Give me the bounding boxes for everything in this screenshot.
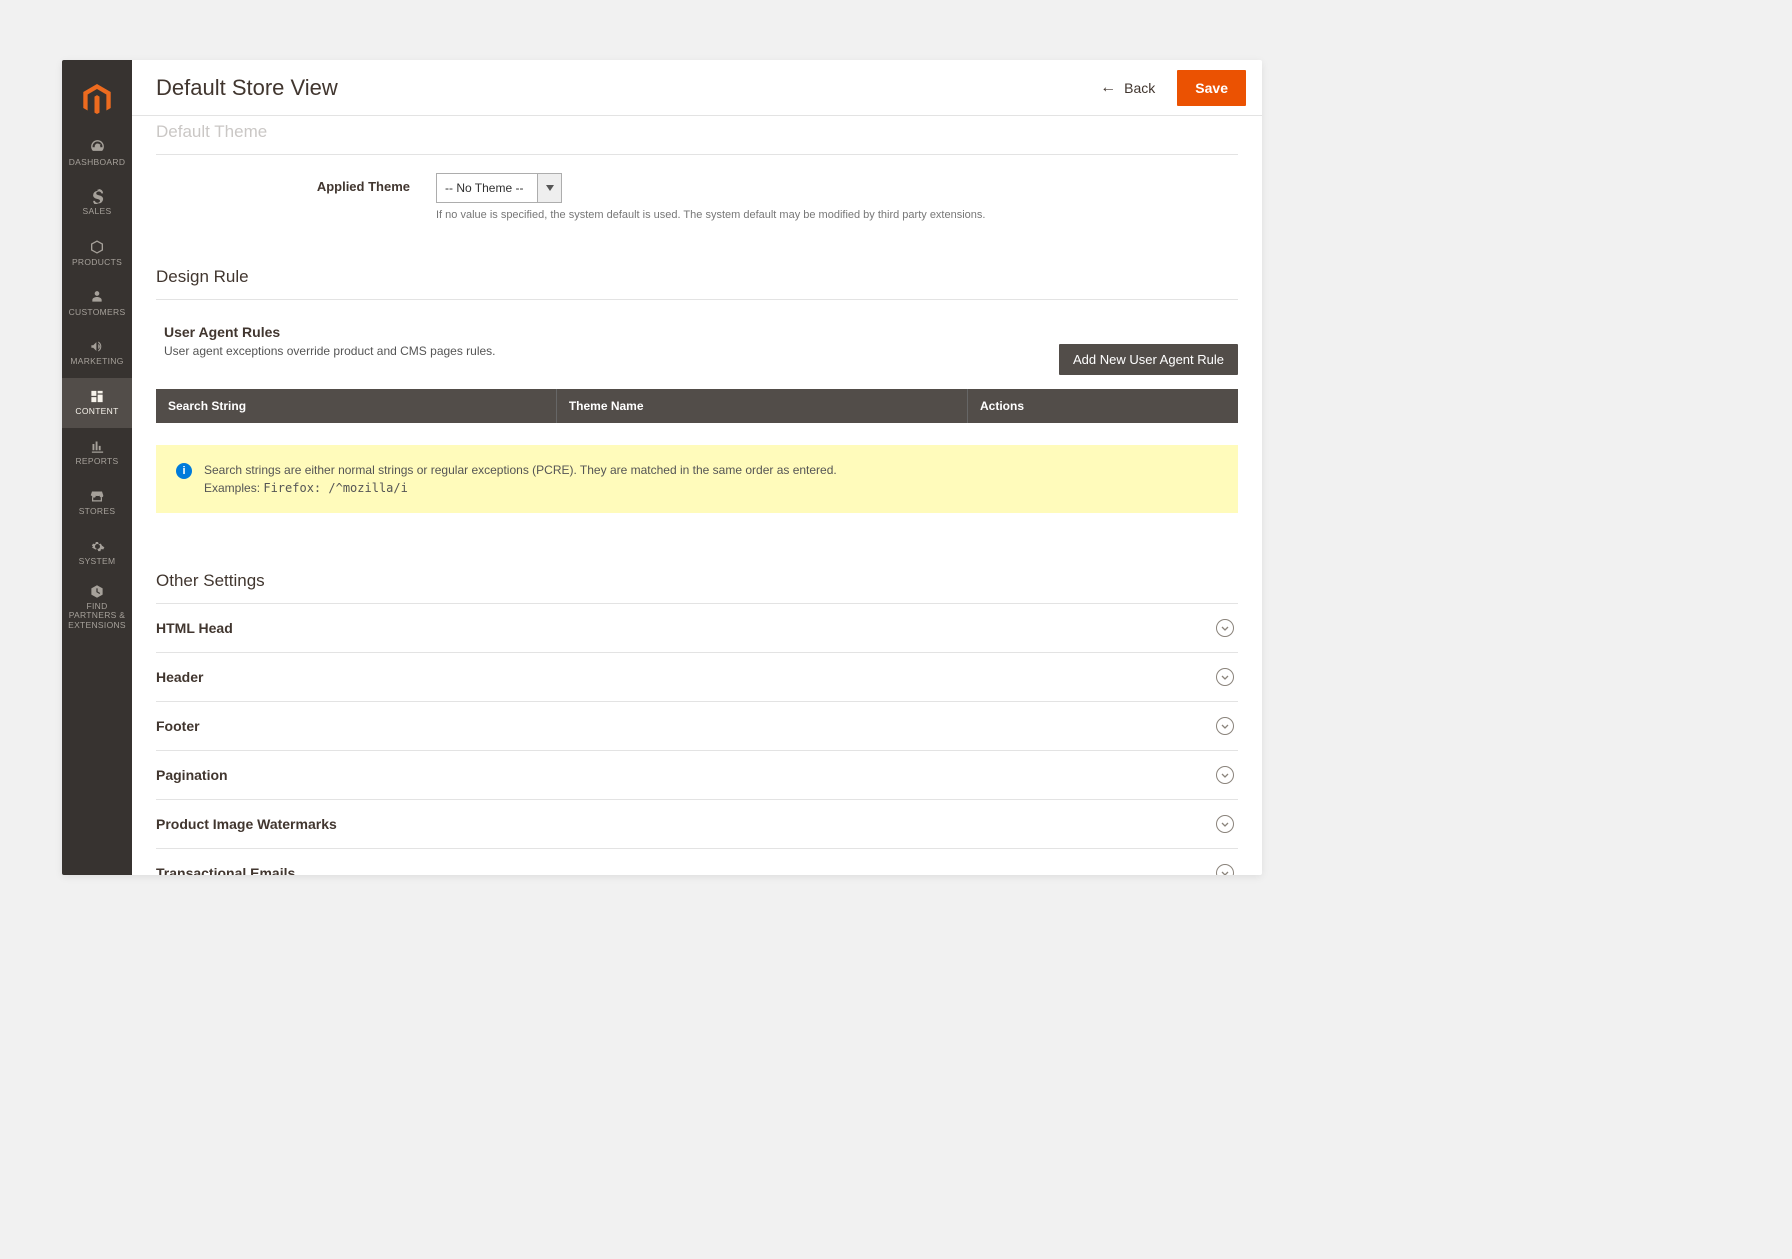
accordion-label: Pagination: [156, 767, 228, 783]
sidebar-item-content[interactable]: CONTENT: [62, 378, 132, 428]
chevron-down-icon: [1216, 619, 1234, 637]
sidebar-item-dashboard[interactable]: DASHBOARD: [62, 128, 132, 178]
sidebar-item-stores[interactable]: STORES: [62, 478, 132, 528]
sidebar-item-label: PRODUCTS: [72, 258, 122, 267]
admin-sidebar: DASHBOARD SALES PRODUCTS CUSTOMERS MARKE…: [62, 60, 132, 875]
page-title: Default Store View: [156, 75, 338, 101]
info-note-text: Search strings are either normal strings…: [204, 461, 837, 497]
accordion-label: Transactional Emails: [156, 865, 295, 875]
sidebar-item-label: FIND PARTNERS & EXTENSIONS: [65, 602, 129, 630]
applied-theme-hint: If no value is specified, the system def…: [436, 209, 1238, 221]
arrow-left-icon: ←: [1100, 79, 1116, 97]
sidebar-item-products[interactable]: PRODUCTS: [62, 228, 132, 278]
user-agent-rules-desc: User agent exceptions override product a…: [164, 344, 1059, 358]
magento-logo: [62, 72, 132, 128]
section-design-rule-title: Design Rule: [156, 249, 1238, 299]
sidebar-item-marketing[interactable]: MARKETING: [62, 328, 132, 378]
content-scroll[interactable]: Default Theme Applied Theme -- No Theme …: [132, 116, 1262, 875]
accordion-footer[interactable]: Footer: [156, 702, 1238, 751]
sidebar-item-label: SYSTEM: [79, 557, 116, 566]
sidebar-item-system[interactable]: SYSTEM: [62, 528, 132, 578]
accordion-transactional-emails[interactable]: Transactional Emails: [156, 849, 1238, 875]
divider: [156, 154, 1238, 155]
divider: [156, 299, 1238, 300]
applied-theme-field: Applied Theme -- No Theme -- If no value…: [156, 173, 1238, 221]
sidebar-item-partners[interactable]: FIND PARTNERS & EXTENSIONS: [62, 578, 132, 636]
chevron-down-icon: [537, 174, 561, 202]
chevron-down-icon: [1216, 668, 1234, 686]
section-other-settings-title: Other Settings: [156, 553, 1238, 603]
add-user-agent-rule-button[interactable]: Add New User Agent Rule: [1059, 344, 1238, 375]
sidebar-item-customers[interactable]: CUSTOMERS: [62, 278, 132, 328]
sidebar-item-label: MARKETING: [70, 357, 123, 366]
col-actions: Actions: [967, 389, 1238, 423]
sidebar-item-label: CONTENT: [75, 407, 118, 416]
chevron-down-icon: [1216, 717, 1234, 735]
sidebar-item-label: CUSTOMERS: [69, 308, 126, 317]
chevron-down-icon: [1216, 864, 1234, 875]
applied-theme-select[interactable]: -- No Theme --: [436, 173, 562, 203]
sidebar-item-label: STORES: [79, 507, 116, 516]
sidebar-item-label: DASHBOARD: [69, 158, 126, 167]
chevron-down-icon: [1216, 815, 1234, 833]
accordion-label: HTML Head: [156, 620, 233, 636]
save-button[interactable]: Save: [1177, 70, 1246, 106]
back-button[interactable]: ← Back: [1090, 73, 1165, 103]
info-note: i Search strings are either normal strin…: [156, 445, 1238, 513]
applied-theme-value: -- No Theme --: [437, 174, 537, 202]
chevron-down-icon: [1216, 766, 1234, 784]
user-agent-rules: User Agent Rules User agent exceptions o…: [156, 324, 1238, 513]
section-default-theme-title: Default Theme: [156, 116, 1238, 154]
user-agent-rules-title: User Agent Rules: [164, 324, 1059, 340]
sidebar-item-reports[interactable]: REPORTS: [62, 428, 132, 478]
col-search-string: Search String: [156, 389, 556, 423]
accordion-header[interactable]: Header: [156, 653, 1238, 702]
accordion-html-head[interactable]: HTML Head: [156, 603, 1238, 653]
sidebar-item-label: REPORTS: [75, 457, 118, 466]
accordion-label: Footer: [156, 718, 200, 734]
applied-theme-label: Applied Theme: [156, 173, 410, 194]
topbar: Default Store View ← Back Save: [132, 60, 1262, 116]
sidebar-item-label: SALES: [83, 207, 112, 216]
accordion-label: Product Image Watermarks: [156, 816, 337, 832]
user-agent-rules-table: Search String Theme Name Actions: [156, 389, 1238, 423]
back-button-label: Back: [1124, 80, 1155, 96]
accordion-label: Header: [156, 669, 203, 685]
info-icon: i: [176, 463, 192, 479]
sidebar-item-sales[interactable]: SALES: [62, 178, 132, 228]
accordion-pagination[interactable]: Pagination: [156, 751, 1238, 800]
accordion-product-image-watermarks[interactable]: Product Image Watermarks: [156, 800, 1238, 849]
col-theme-name: Theme Name: [556, 389, 967, 423]
